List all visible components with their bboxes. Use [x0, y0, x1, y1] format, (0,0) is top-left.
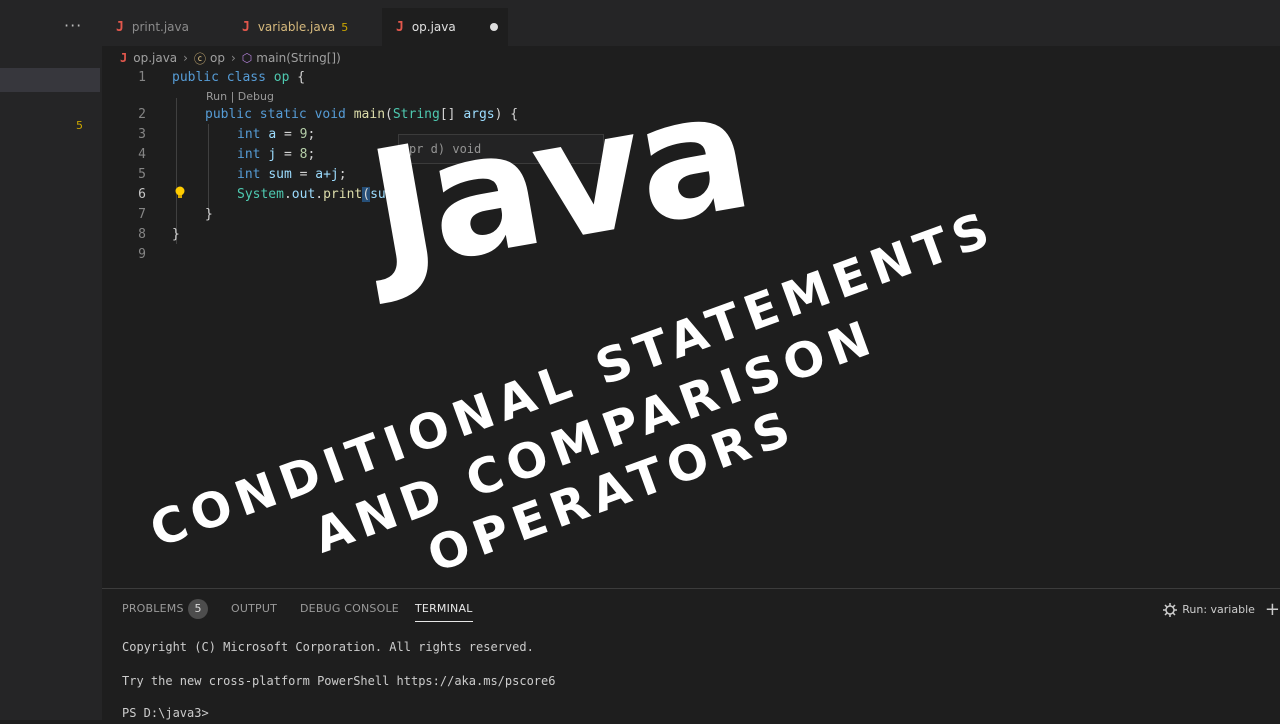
- terminal-line: Copyright (C) Microsoft Corporation. All…: [122, 640, 534, 654]
- method-symbol-icon: ⬡: [241, 51, 253, 65]
- breadcrumb-class[interactable]: op: [210, 51, 225, 65]
- code-line-2[interactable]: 2 public static void main(String[] args)…: [102, 105, 1280, 125]
- line-number: 9: [138, 247, 146, 262]
- tab-output[interactable]: OUTPUT: [231, 602, 277, 615]
- java-file-icon: J: [242, 19, 250, 35]
- selected-explorer-item[interactable]: [0, 68, 100, 92]
- code-text: public class op {: [172, 70, 306, 85]
- line-number: 7: [138, 207, 146, 222]
- code-text: }: [172, 227, 180, 242]
- line-number: 4: [138, 147, 146, 162]
- tab-label: print.java: [131, 20, 189, 34]
- breadcrumb-file[interactable]: op.java: [133, 51, 177, 65]
- run-debug-codelens[interactable]: Run | Debug: [206, 90, 274, 103]
- unsaved-dot-icon[interactable]: [490, 23, 498, 31]
- tab-op-java[interactable]: J op.java: [382, 8, 508, 46]
- line-number: 8: [138, 227, 146, 242]
- terminal-actions: Run: variable +: [1162, 599, 1280, 620]
- code-line-4[interactable]: 4 int j = 8;: [102, 145, 1280, 165]
- line-number: 1: [138, 70, 146, 85]
- tab-label: op.java: [411, 20, 456, 34]
- bottom-panel: PROBLEMS 5 OUTPUT DEBUG CONSOLE TERMINAL…: [102, 588, 1280, 721]
- code-text: int j = 8;: [237, 147, 316, 162]
- line-number: 6: [138, 187, 146, 202]
- add-terminal-icon[interactable]: +: [1265, 599, 1280, 620]
- code-line-7[interactable]: 7 }: [102, 205, 1280, 225]
- code-text: int sum = a+j;: [237, 167, 347, 182]
- tab-terminal[interactable]: TERMINAL: [415, 602, 473, 622]
- lightbulb-icon[interactable]: [174, 186, 186, 200]
- terminal-prompt[interactable]: PS D:\java3>: [122, 706, 209, 720]
- line-number: 5: [138, 167, 146, 182]
- code-line-9[interactable]: 9: [102, 245, 1280, 265]
- more-actions-icon[interactable]: ···: [64, 16, 82, 35]
- code-line-3[interactable]: 3 int a = 9;: [102, 125, 1280, 145]
- code-text: int a = 9;: [237, 127, 316, 142]
- code-text: }: [205, 207, 213, 222]
- tab-problems[interactable]: PROBLEMS: [122, 602, 184, 615]
- run-config-label[interactable]: Run: variable: [1182, 603, 1255, 616]
- explorer-sidebar: ··· 5: [0, 0, 102, 720]
- gear-icon[interactable]: [1162, 602, 1178, 618]
- breadcrumb: J op.java › ⓒ op › ⬡ main(String[]): [102, 48, 1280, 68]
- tab-label: variable.java: [257, 20, 336, 34]
- code-text: System.out.print(sum: [237, 187, 394, 202]
- code-line-6[interactable]: 6 System.out.print(sum: [102, 185, 1280, 205]
- line-number: 3: [138, 127, 146, 142]
- tab-problem-count: 5: [341, 20, 349, 34]
- chevron-right-icon: ›: [230, 51, 236, 65]
- code-line-1[interactable]: 1 public class op {: [102, 68, 1280, 88]
- parameter-hint-popup: pr d) void: [398, 134, 604, 164]
- problems-count-badge: 5: [188, 599, 208, 619]
- chevron-right-icon: ›: [183, 51, 188, 65]
- tab-print-java[interactable]: J print.java: [102, 8, 228, 46]
- problems-badge: 5: [76, 119, 83, 132]
- code-line-8[interactable]: 8 }: [102, 225, 1280, 245]
- code-editor[interactable]: 1 public class op { Run | Debug 2 public…: [102, 68, 1280, 588]
- terminal-line: Try the new cross-platform PowerShell ht…: [122, 674, 556, 688]
- code-text: public static void main(String[] args) {: [205, 107, 519, 122]
- breadcrumb-method[interactable]: main(String[]): [256, 51, 341, 65]
- line-number: 2: [138, 107, 146, 122]
- class-symbol-icon: ⓒ: [193, 51, 206, 66]
- java-file-icon: J: [396, 19, 404, 35]
- java-file-icon: J: [116, 19, 124, 35]
- editor-tab-bar: J print.java J variable.java 5 J op.java: [102, 0, 1280, 47]
- tab-variable-java[interactable]: J variable.java 5: [228, 8, 382, 46]
- java-file-icon: J: [120, 51, 128, 65]
- tab-debug-console[interactable]: DEBUG CONSOLE: [300, 602, 399, 615]
- code-line-5[interactable]: 5 int sum = a+j;: [102, 165, 1280, 185]
